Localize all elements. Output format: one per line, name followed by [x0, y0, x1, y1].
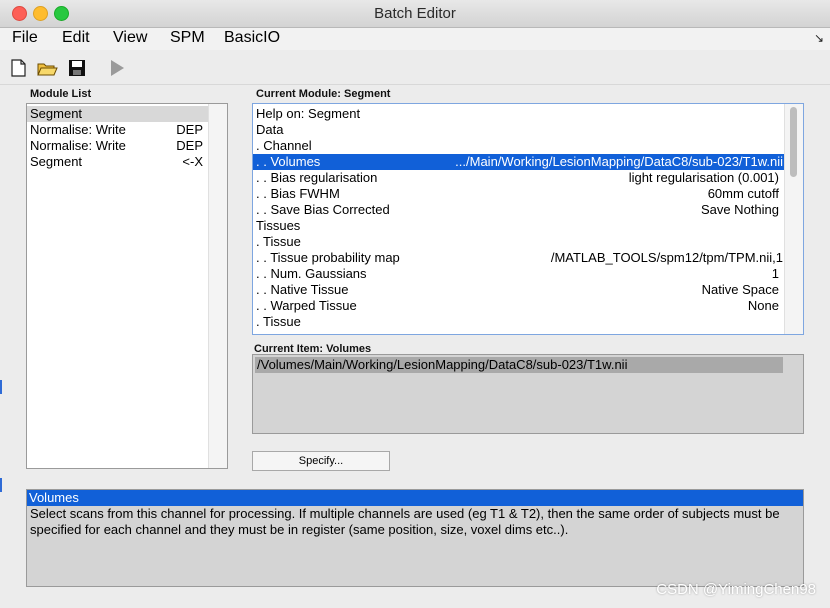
- title-bar: Batch Editor: [0, 0, 830, 28]
- module-name: Segment: [30, 106, 83, 121]
- save-icon[interactable]: [66, 57, 88, 79]
- current-module-label: Current Module: Segment: [256, 88, 391, 100]
- module-field-row[interactable]: . Tissue: [253, 234, 785, 250]
- module-list-scrollbar[interactable]: [208, 104, 227, 468]
- module-list[interactable]: Segment Normalise: Write DEP Normalise: …: [26, 103, 228, 469]
- field-value: .../Main/Working/LesionMapping/DataC8/su…: [455, 154, 783, 169]
- field-value: 1: [771, 266, 779, 281]
- edge-marker: [0, 380, 2, 394]
- field-value: None: [747, 298, 779, 313]
- help-panel: Volumes Select scans from this channel f…: [26, 489, 804, 587]
- module-name: Segment: [30, 154, 83, 169]
- module-field-row[interactable]: Data: [253, 122, 785, 138]
- module-field-row[interactable]: . Tissue: [253, 314, 785, 330]
- field-name: . . Volumes: [256, 154, 321, 169]
- module-field-row[interactable]: . . Bias regularisation light regularisat…: [253, 170, 785, 186]
- module-list-item[interactable]: Segment <-X: [27, 154, 209, 170]
- field-name: . Tissue: [256, 314, 301, 329]
- module-field-row[interactable]: . . Native Tissue Native Space: [253, 282, 785, 298]
- module-field-row[interactable]: . . Bias FWHM 60mm cutoff: [253, 186, 785, 202]
- open-folder-icon[interactable]: [36, 57, 58, 79]
- module-field-row[interactable]: . . Warped Tissue None: [253, 298, 785, 314]
- batch-editor-window: Batch Editor File Edit View SPM BasicIO …: [0, 0, 830, 608]
- watermark: CSDN @YimingChen98: [656, 581, 816, 598]
- field-name: . . Tissue probability map: [256, 250, 400, 265]
- module-field-row[interactable]: . . Save Bias Corrected Save Nothing: [253, 202, 785, 218]
- menu-view[interactable]: View: [113, 29, 147, 47]
- field-name: . Tissue: [256, 234, 301, 249]
- help-title: Volumes: [27, 490, 803, 506]
- module-field-row[interactable]: Help on: Segment: [253, 106, 785, 122]
- module-list-item[interactable]: Segment: [27, 106, 209, 122]
- field-name: . Channel: [256, 138, 312, 153]
- module-name: Normalise: Write: [30, 138, 126, 153]
- field-name: . . Num. Gaussians: [256, 266, 367, 281]
- new-file-icon[interactable]: [8, 57, 30, 79]
- module-field-row[interactable]: . . Tissue probability map/MATLAB_TOOLS/…: [253, 250, 785, 266]
- module-field-row[interactable]: Tissues: [253, 218, 785, 234]
- current-item-box[interactable]: /Volumes/Main/Working/LesionMapping/Data…: [252, 354, 804, 434]
- field-name: Data: [256, 122, 284, 137]
- menubar-overflow-icon[interactable]: ↘: [814, 31, 824, 45]
- menu-basicio[interactable]: BasicIO: [224, 29, 280, 47]
- module-tag: DEP: [176, 138, 203, 153]
- module-field-row-selected[interactable]: . . Volumes .../Main/Working/LesionMappin…: [253, 154, 785, 170]
- specify-button[interactable]: Specify...: [252, 451, 390, 471]
- current-module-scrollbar[interactable]: [784, 104, 803, 334]
- field-name: Tissues: [256, 218, 301, 233]
- menu-file[interactable]: File: [12, 29, 38, 47]
- edge-marker: [0, 478, 2, 492]
- module-list-label: Module List: [30, 88, 92, 100]
- field-name: . . Warped Tissue: [256, 298, 357, 313]
- current-module-list[interactable]: Help on: Segment Data . Channel . . Volu…: [252, 103, 804, 335]
- module-list-item[interactable]: Normalise: Write DEP: [27, 122, 209, 138]
- module-list-item[interactable]: Normalise: Write DEP: [27, 138, 209, 154]
- module-field-row[interactable]: . . Num. Gaussians 1: [253, 266, 785, 282]
- help-text: Select scans from this channel for proce…: [30, 506, 780, 537]
- field-value: 60mm cutoff: [707, 186, 779, 201]
- toolbar: [0, 51, 830, 85]
- module-name: Normalise: Write: [30, 122, 126, 137]
- run-icon[interactable]: [106, 57, 128, 79]
- field-value: /MATLAB_TOOLS/spm12/tpm/TPM.nii,1: [550, 250, 783, 265]
- field-name: . . Bias regularisation: [256, 170, 378, 185]
- field-name: Help on: Segment: [256, 106, 361, 121]
- menu-edit[interactable]: Edit: [62, 29, 90, 47]
- field-value: Save Nothing: [700, 202, 779, 217]
- scrollbar-thumb[interactable]: [790, 107, 797, 177]
- current-item-value[interactable]: /Volumes/Main/Working/LesionMapping/Data…: [255, 357, 783, 373]
- menu-bar: File Edit View SPM BasicIO ↘: [0, 28, 830, 50]
- window-title: Batch Editor: [374, 5, 456, 22]
- field-name: . . Save Bias Corrected: [256, 202, 390, 217]
- field-value: Native Space: [701, 282, 779, 297]
- field-value: light regularisation (0.001): [628, 170, 779, 185]
- module-tag: DEP: [176, 122, 203, 137]
- field-name: . . Bias FWHM: [256, 186, 340, 201]
- menu-spm[interactable]: SPM: [170, 29, 205, 47]
- field-name: . . Native Tissue: [256, 282, 349, 297]
- module-field-row[interactable]: . Channel: [253, 138, 785, 154]
- module-tag: <-X: [182, 154, 203, 169]
